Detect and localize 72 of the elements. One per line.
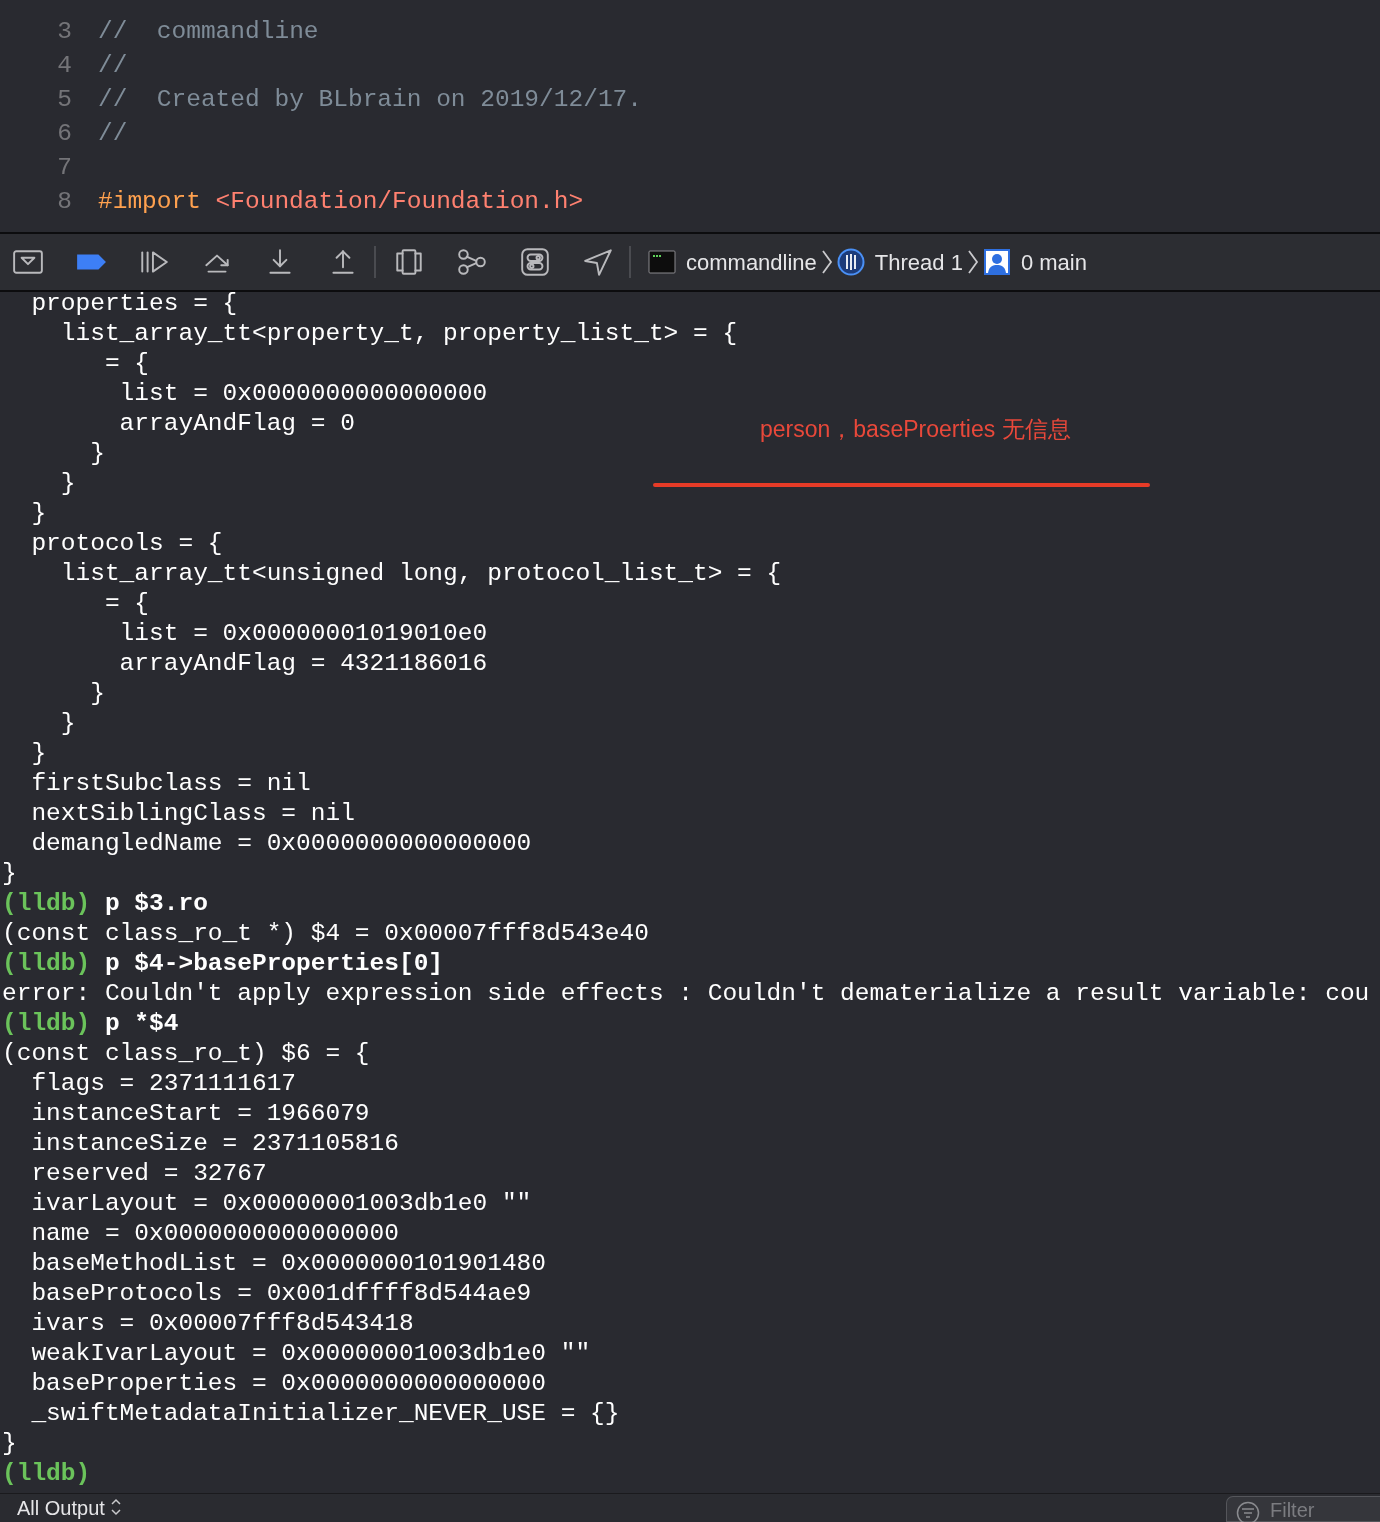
console-line: instanceSize = 2371105816 xyxy=(30,1129,399,1159)
command-text: p $3.ro xyxy=(104,890,208,917)
person-icon[interactable] xyxy=(982,248,1011,276)
console-line: } xyxy=(30,739,47,769)
tray-icon[interactable] xyxy=(12,247,44,277)
jump-bar-item[interactable]: Thread 1 xyxy=(874,245,963,279)
console-line: baseProtocols = 0x001dffff8d544ae9 xyxy=(30,1279,532,1309)
console-line: ivars = 0x00007fff8d543418 xyxy=(30,1309,414,1339)
annotation-text: person，baseProerties 无信息 xyxy=(760,415,1071,444)
console-line: (const class_ro_t *) $4 = 0x00007fff8d543e40 xyxy=(1,919,649,949)
console-line: baseProperties = 0x0000000000000000 xyxy=(30,1369,546,1399)
layers-icon[interactable] xyxy=(393,247,425,277)
graph-icon[interactable] xyxy=(456,247,488,277)
console-line: firstSubclass = nil xyxy=(30,769,311,799)
thread-icon[interactable] xyxy=(836,248,865,276)
filter-icon xyxy=(1236,1501,1260,1522)
console-line: demangledName = 0x0000000000000000 xyxy=(30,829,532,859)
line-number: 4 xyxy=(56,51,73,81)
console-line: properties = { xyxy=(30,292,238,319)
console-line: instanceStart = 1966079 xyxy=(30,1099,370,1129)
prompt-text: (lldb) xyxy=(2,1460,91,1487)
console-line: list_array_tt<unsigned long, protocol_list_t> = { xyxy=(59,559,782,589)
console-line: arrayAndFlag = 4321186016 xyxy=(118,649,488,679)
command-text: p *$4 xyxy=(104,1010,179,1037)
console-line: (const class_ro_t) $6 = { xyxy=(1,1039,370,1069)
console-line: } xyxy=(89,439,105,469)
line-number: 3 xyxy=(56,17,73,47)
console-line: = { xyxy=(103,589,150,619)
console-line: list = 0x00000001019010e0 xyxy=(118,619,488,649)
line-number: 8 xyxy=(56,187,73,217)
console-line: } xyxy=(1,859,17,889)
console-line: error: Couldn't apply expression side effects : Couldn't dematerialize a result variable: cou xyxy=(1,979,1370,1009)
code-line: // xyxy=(98,119,128,149)
console-line: } xyxy=(59,469,76,499)
console-line: } xyxy=(30,499,47,529)
updown-chevron-icon xyxy=(108,1497,123,1517)
line-number: 5 xyxy=(56,85,73,115)
chevron-icon xyxy=(966,248,979,276)
filter-field[interactable]: Filter xyxy=(1226,1496,1380,1522)
console-line: flags = 2371111617 xyxy=(30,1069,297,1099)
location-arrow-icon[interactable] xyxy=(582,247,614,277)
console-line: name = 0x0000000000000000 xyxy=(30,1219,399,1249)
jump-bar-item[interactable]: commandline xyxy=(686,245,817,279)
prompt-text: (lldb) xyxy=(2,890,91,917)
code-line: // xyxy=(98,51,128,81)
toggle-icon[interactable] xyxy=(519,247,551,277)
command-text: p $4->baseProperties[0] xyxy=(104,950,444,977)
console-line: arrayAndFlag = 0 xyxy=(118,409,355,439)
scope-dropdown[interactable]: All Output xyxy=(0,1494,123,1520)
console-line: = { xyxy=(103,349,150,379)
prompt-text: (lldb) xyxy=(2,950,91,977)
console-line: list_array_tt<property_t, property_list_t> = { xyxy=(59,319,738,349)
line-number: 6 xyxy=(56,119,73,149)
console-line: weakIvarLayout = 0x00000001003db1e0 "" xyxy=(30,1339,591,1369)
terminal-icon[interactable] xyxy=(648,248,676,276)
code-line: // commandline xyxy=(98,17,319,47)
console-line: ivarLayout = 0x00000001003db1e0 "" xyxy=(30,1189,532,1219)
console-line: } xyxy=(89,679,105,709)
console-line: nextSiblingClass = nil xyxy=(30,799,355,829)
console-line: reserved = 32767 xyxy=(30,1159,267,1189)
console-line: list = 0x0000000000000000 xyxy=(118,379,488,409)
console-line: protocols = { xyxy=(30,529,223,559)
line-number: 7 xyxy=(56,153,73,183)
prompt-text: (lldb) xyxy=(2,1010,91,1037)
jump-bar-item[interactable]: 0 main xyxy=(1020,245,1087,279)
console-line: baseMethodList = 0x0000000101901480 xyxy=(30,1249,546,1279)
code-line: #import <Foundation/Foundation.h> xyxy=(98,187,584,217)
console-line: _swiftMetadataInitializer_NEVER_USE = {} xyxy=(30,1399,620,1429)
chevron-icon xyxy=(820,248,833,276)
code-line: // Created by BLbrain on 2019/12/17. xyxy=(98,85,642,115)
console-line: } xyxy=(1,1429,17,1459)
console-line: } xyxy=(59,709,76,739)
